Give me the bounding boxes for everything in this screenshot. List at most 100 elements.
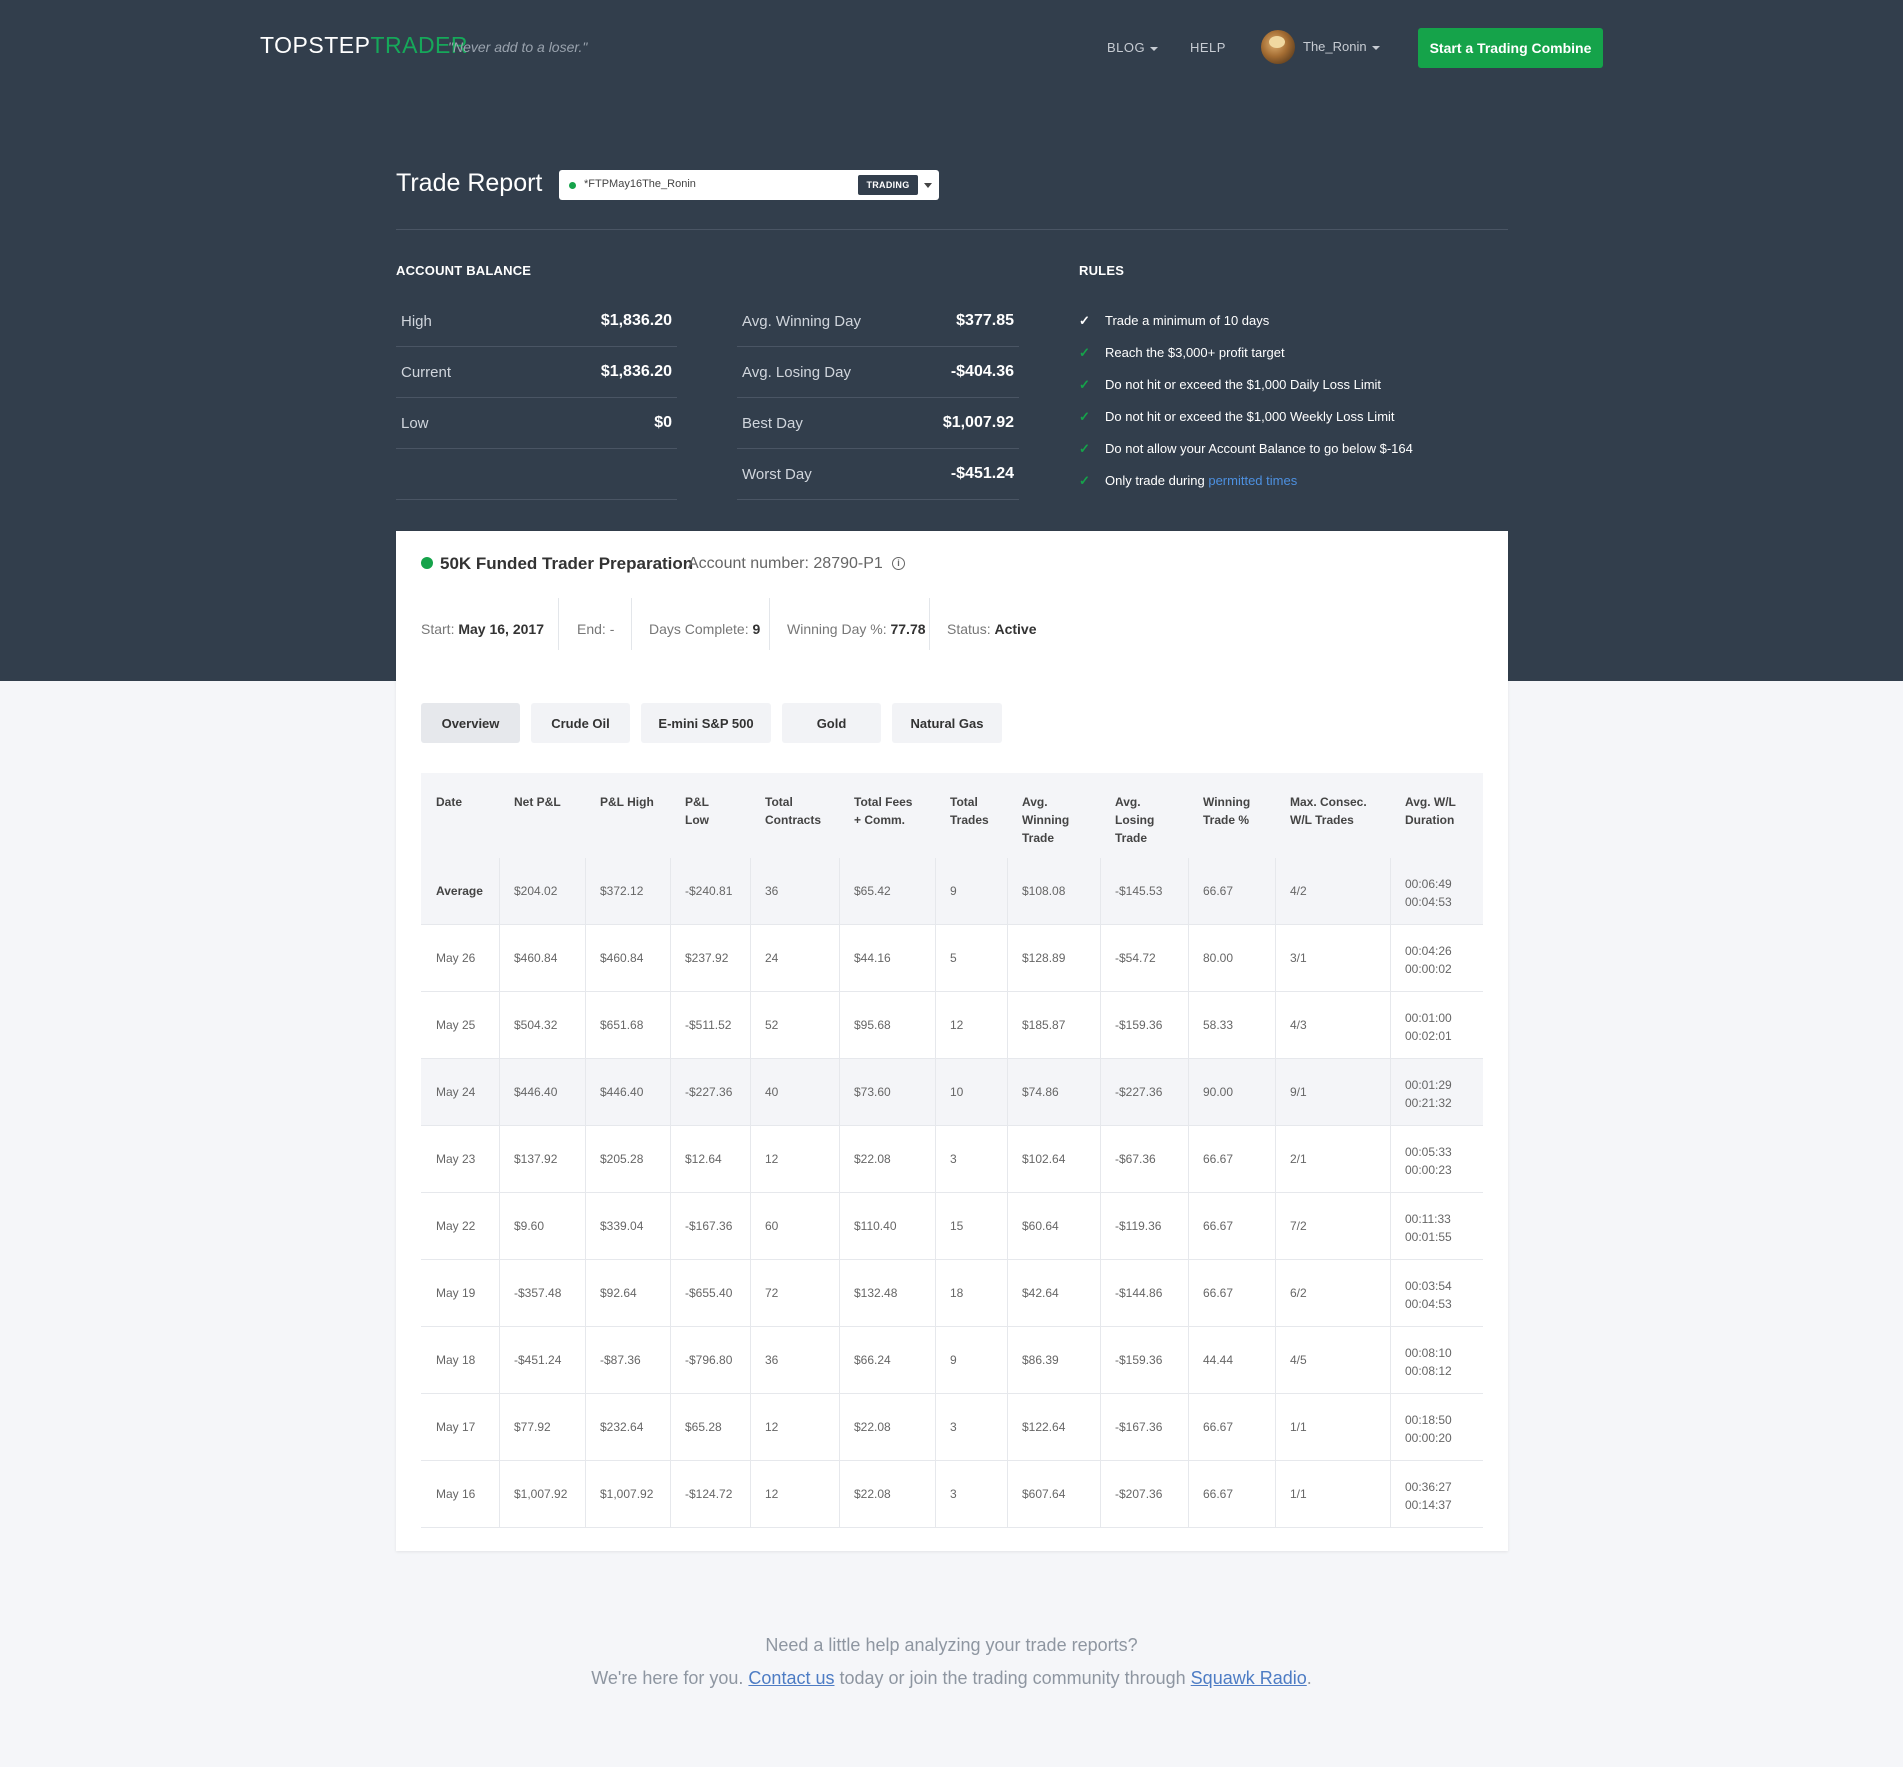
table-cell: May 16 (436, 1487, 476, 1501)
balance-value: $0 (654, 414, 672, 431)
column-divider (499, 858, 500, 925)
column-divider (750, 1059, 751, 1126)
rule-text: Only trade during (1105, 473, 1209, 488)
chevron-down-icon (1371, 45, 1380, 50)
table-cell: $460.84 (600, 951, 644, 965)
table-cell: 6/2 (1290, 1286, 1307, 1300)
meta-winpct-value: 77.78 (890, 621, 926, 637)
logo-main: TOPSTEP (260, 32, 371, 58)
table-cell: $110.40 (854, 1219, 897, 1233)
table-cell: $108.08 (1022, 884, 1066, 898)
table-cell: 00:36:27 00:14:37 (1405, 1480, 1452, 1512)
start-combine-button[interactable]: Start a Trading Combine (1418, 28, 1603, 68)
table-cell: -$119.36 (1115, 1219, 1162, 1233)
table-cell: 52 (765, 1018, 779, 1032)
column-divider (1390, 1260, 1391, 1327)
meta-status-value: Active (994, 621, 1037, 637)
chevron-down-icon[interactable] (924, 183, 932, 188)
table-cell: $204.02 (514, 884, 558, 898)
table-cell: 66.67 (1203, 1152, 1234, 1166)
column-divider (935, 992, 936, 1059)
table-cell: $339.04 (600, 1219, 644, 1233)
nav-help[interactable]: HELP (1190, 40, 1226, 55)
table-cell: $65.28 (685, 1420, 722, 1434)
help-text-b: today or join the trading community thro… (834, 1668, 1191, 1688)
column-divider (935, 1260, 936, 1327)
column-divider (1100, 1193, 1101, 1260)
meta-status: Status: Active (930, 598, 1050, 650)
account-select[interactable]: *FTPMay16The_Ronin TRADING (559, 170, 939, 200)
meta-winpct-label: Winning Day %: (787, 621, 887, 637)
table-cell: 66.67 (1203, 1286, 1234, 1300)
table-cell: -$240.81 (685, 884, 733, 898)
column-divider (585, 1193, 586, 1260)
table-cell: -$124.72 (685, 1487, 733, 1501)
status-dot-icon (421, 557, 433, 569)
tab-natural-gas[interactable]: Natural Gas (892, 703, 1002, 743)
column-divider (1007, 858, 1008, 925)
squawk-radio-link[interactable]: Squawk Radio (1191, 1668, 1307, 1688)
column-divider (1007, 1126, 1008, 1193)
table-cell: $651.68 (600, 1018, 644, 1032)
table-cell: 66.67 (1203, 1487, 1234, 1501)
col-avg-duration: Avg. W/L Duration (1405, 795, 1456, 827)
table-row: Average $204.02 $372.12 -$240.81 36 $65.42 9 $1… (421, 858, 1483, 925)
tab-gold[interactable]: Gold (782, 703, 881, 743)
table-cell: 58.33 (1203, 1018, 1234, 1032)
table-cell: 4/5 (1290, 1353, 1307, 1367)
column-divider (839, 1394, 840, 1461)
table-cell: -$67.36 (1115, 1152, 1156, 1166)
tab-emini-sp500[interactable]: E-mini S&P 500 (641, 703, 771, 743)
table-cell: -$511.52 (685, 1018, 732, 1032)
daily-stat-value: -$451.24 (950, 465, 1014, 482)
meta-status-label: Status: (947, 621, 991, 637)
column-divider (670, 992, 671, 1059)
table-cell: $446.40 (600, 1085, 644, 1099)
table-cell: 12 (950, 1018, 964, 1032)
meta-start-label: Start: (421, 621, 455, 637)
column-divider (1188, 1126, 1189, 1193)
table-cell: -$144.86 (1115, 1286, 1163, 1300)
table-cell: 4/3 (1290, 1018, 1307, 1032)
nav-blog[interactable]: BLOG (1107, 40, 1159, 55)
table-cell: 00:11:33 00:01:55 (1405, 1212, 1452, 1244)
column-divider (585, 1126, 586, 1193)
column-divider (499, 1059, 500, 1126)
tab-overview[interactable]: Overview (421, 703, 520, 743)
logo[interactable]: TOPSTEPTRADER (260, 32, 468, 59)
contact-us-link[interactable]: Contact us (748, 1668, 834, 1688)
column-divider (499, 992, 500, 1059)
col-pnl-high: P&L High (600, 795, 654, 809)
column-divider (750, 858, 751, 925)
info-icon[interactable]: i (892, 557, 905, 570)
column-divider (1100, 1461, 1101, 1528)
column-divider (1390, 1461, 1391, 1528)
table-cell: -$167.36 (685, 1219, 733, 1233)
table-cell: Average (436, 884, 483, 898)
check-icon: ✓ (1079, 473, 1090, 488)
column-divider (1007, 1327, 1008, 1394)
column-divider (1188, 1461, 1189, 1528)
daily-stat-label: Worst Day (742, 466, 812, 483)
column-divider (1007, 925, 1008, 992)
table-cell: -$145.53 (1115, 884, 1163, 898)
col-total-trades: Total Trades (950, 795, 989, 827)
column-divider (670, 1461, 671, 1528)
meta-end: End: - (559, 598, 632, 650)
user-menu[interactable]: The_Ronin (1303, 39, 1380, 54)
table-row: May 17 $77.92 $232.64 $65.28 12 $22.08 3 $122.6… (421, 1394, 1483, 1461)
account-number: Account number: 28790-P1 (688, 555, 883, 572)
column-divider (1275, 1327, 1276, 1394)
avatar[interactable] (1261, 30, 1295, 64)
tab-crude-oil[interactable]: Crude Oil (531, 703, 630, 743)
column-divider (1100, 1126, 1101, 1193)
column-divider (1390, 992, 1391, 1059)
rule-item: ✓ Do not allow your Account Balance to go… (1079, 441, 1413, 457)
meta-days: Days Complete: 9 (632, 598, 770, 650)
column-divider (839, 992, 840, 1059)
balance-row: Low $0 (396, 398, 677, 449)
column-divider (1188, 925, 1189, 992)
column-divider (935, 1059, 936, 1126)
table-cell: 00:01:29 00:21:32 (1405, 1078, 1452, 1110)
permitted-times-link[interactable]: permitted times (1208, 473, 1297, 488)
